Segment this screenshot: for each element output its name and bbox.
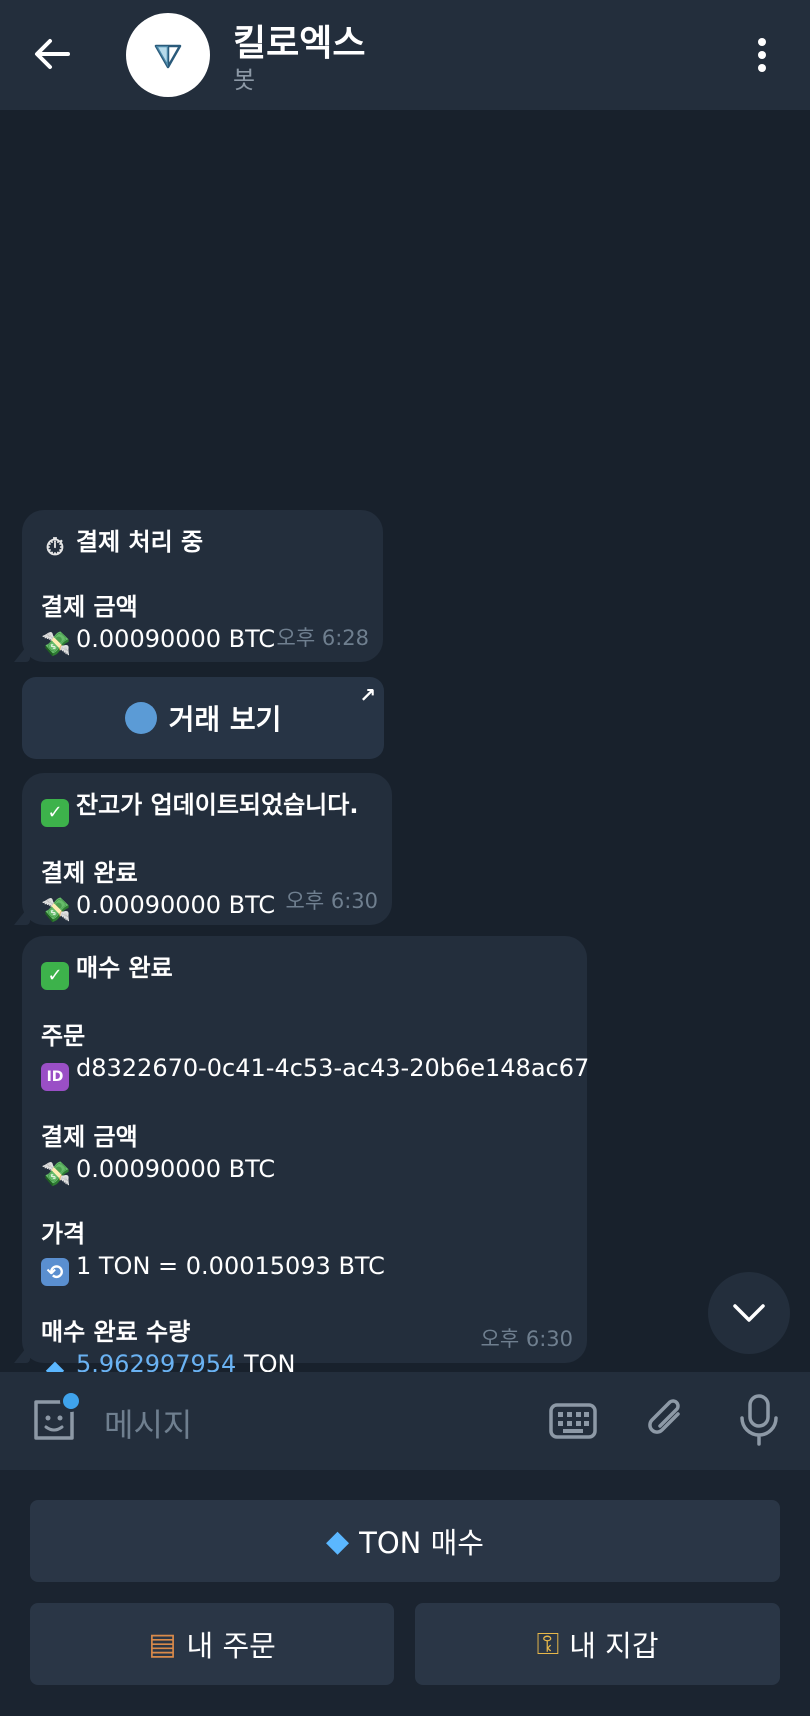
message-input-bar: 메시지: [0, 1372, 810, 1470]
price-value: 1 TON = 0.00015093 BTC: [76, 1252, 385, 1280]
chat-area: ⏱ 결제 처리 중 결제 금액 💸 0.00090000 BTC 오후 6:28 거…: [0, 110, 810, 1383]
id-icon: ID: [41, 1063, 69, 1091]
payment-label: 결제 금액: [41, 1123, 138, 1151]
external-link-icon: ↗: [359, 683, 376, 707]
price-label: 가격: [41, 1220, 86, 1248]
order-id: d8322670-0c41-4c53-ac43-20b6e148ac67: [76, 1054, 590, 1082]
message-input[interactable]: 메시지: [104, 1400, 192, 1446]
chat-header: 킬로엑스 봇: [0, 0, 810, 110]
diamond-icon: ◆: [326, 1523, 350, 1559]
my-orders-button[interactable]: ▤ 내 주문: [30, 1603, 394, 1685]
order-label: 주문: [41, 1022, 86, 1050]
message-amount: 0.00090000 BTC: [76, 891, 276, 919]
back-button[interactable]: [24, 26, 80, 82]
chat-subtitle: 봇: [233, 66, 256, 94]
avatar[interactable]: [126, 13, 210, 97]
message-bubble[interactable]: ✓ 매수 완료 주문 ID d8322670-0c41-4c53-ac43-20b6…: [14, 936, 590, 1383]
more-options-button[interactable]: [740, 28, 784, 82]
buy-ton-label: TON 매수: [359, 1526, 484, 1560]
key-icon: ⚿: [536, 1626, 560, 1662]
message-heading: 매수 완료: [76, 954, 173, 982]
bot-avatar-icon: [154, 44, 182, 69]
view-transaction-label: 거래 보기: [168, 703, 282, 736]
scroll-down-button[interactable]: [708, 1272, 790, 1354]
money-icon: 💸: [41, 896, 71, 924]
my-orders-label: 내 주문: [186, 1629, 276, 1663]
money-icon: 💸: [41, 1160, 71, 1188]
keyboard-button[interactable]: [548, 1398, 598, 1444]
chevron-down-icon: [733, 1304, 765, 1322]
attach-button[interactable]: [642, 1394, 690, 1446]
mic-icon: [740, 1394, 778, 1446]
check-icon: ✓: [41, 962, 69, 990]
message-bubble[interactable]: ⏱ 결제 처리 중 결제 금액 💸 0.00090000 BTC 오후 6:28: [14, 510, 383, 662]
view-transaction-button[interactable]: 거래 보기 ↗: [22, 677, 384, 759]
my-wallet-label: 내 지갑: [569, 1629, 659, 1663]
globe-icon: [124, 702, 157, 734]
voice-button[interactable]: [736, 1392, 782, 1448]
timer-icon: ⏱: [45, 533, 65, 561]
money-icon: 💸: [41, 630, 71, 658]
back-arrow-icon: [35, 39, 70, 69]
message-amount: 0.00090000 BTC: [76, 625, 276, 653]
message-heading: 잔고가 업데이트되었습니다.: [76, 791, 359, 819]
payment-amount: 0.00090000 BTC: [76, 1155, 276, 1183]
more-vert-icon: [758, 38, 766, 72]
books-icon: ▤: [148, 1626, 177, 1662]
paperclip-icon: [648, 1399, 680, 1434]
message-heading: 결제 처리 중: [76, 528, 204, 556]
chat-title[interactable]: 킬로엑스: [233, 14, 365, 66]
check-icon: ✓: [41, 799, 69, 827]
message-label: 결제 금액: [41, 593, 138, 621]
message-time: 오후 6:28: [276, 626, 369, 650]
message-bubble[interactable]: ✓ 잔고가 업데이트되었습니다. 결제 완료 💸 0.00090000 BTC 오후…: [14, 773, 392, 925]
bot-keyboard: ◆ TON 매수 ▤ 내 주문 ⚿ 내 지갑: [0, 1470, 810, 1716]
notification-dot: [60, 1390, 82, 1412]
keyboard-icon: [549, 1403, 597, 1439]
my-wallet-button[interactable]: ⚿ 내 지갑: [415, 1603, 780, 1685]
message-time: 오후 6:30: [285, 889, 378, 913]
buy-ton-button[interactable]: ◆ TON 매수: [30, 1500, 780, 1582]
message-time: 오후 6:30: [480, 1327, 573, 1351]
sync-icon: ⟲: [41, 1258, 69, 1286]
